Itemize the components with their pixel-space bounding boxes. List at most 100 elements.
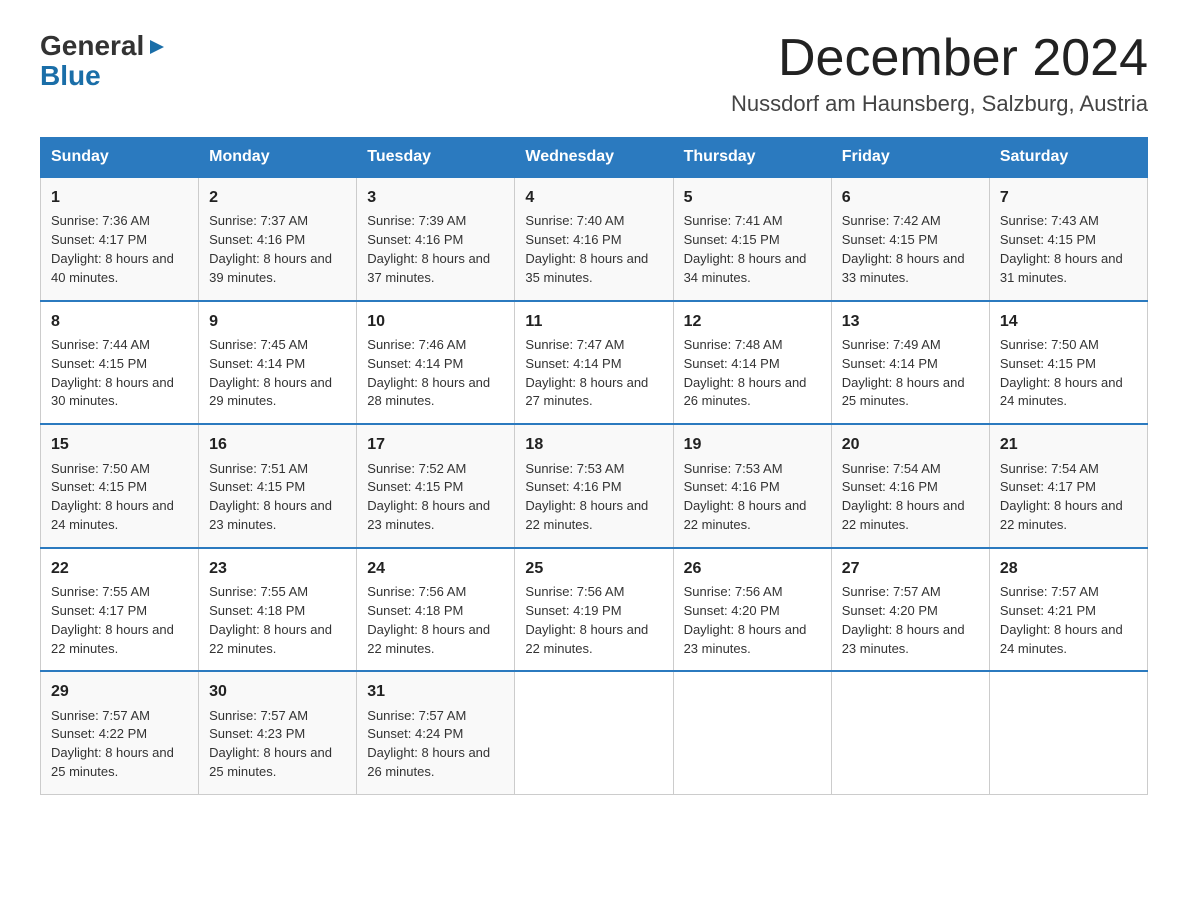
page-header: General Blue December 2024 Nussdorf am H… (40, 30, 1148, 117)
day-number: 9 (209, 310, 346, 333)
day-number: 6 (842, 186, 979, 209)
day-number: 14 (1000, 310, 1137, 333)
calendar-table: SundayMondayTuesdayWednesdayThursdayFrid… (40, 137, 1148, 795)
day-number: 3 (367, 186, 504, 209)
day-info: Sunrise: 7:44 AMSunset: 4:15 PMDaylight:… (51, 337, 174, 409)
day-number: 13 (842, 310, 979, 333)
day-number: 27 (842, 557, 979, 580)
header-monday: Monday (199, 138, 357, 178)
day-info: Sunrise: 7:52 AMSunset: 4:15 PMDaylight:… (367, 461, 490, 533)
day-number: 24 (367, 557, 504, 580)
logo-blue-text: Blue (40, 60, 168, 92)
day-number: 18 (525, 433, 662, 456)
day-cell: 25 Sunrise: 7:56 AMSunset: 4:19 PMDayligh… (515, 548, 673, 672)
day-info: Sunrise: 7:45 AMSunset: 4:14 PMDaylight:… (209, 337, 332, 409)
day-info: Sunrise: 7:56 AMSunset: 4:19 PMDaylight:… (525, 584, 648, 656)
header-friday: Friday (831, 138, 989, 178)
day-number: 20 (842, 433, 979, 456)
day-info: Sunrise: 7:46 AMSunset: 4:14 PMDaylight:… (367, 337, 490, 409)
calendar-header: SundayMondayTuesdayWednesdayThursdayFrid… (41, 138, 1148, 178)
week-row-1: 1 Sunrise: 7:36 AMSunset: 4:17 PMDaylight… (41, 177, 1148, 301)
day-info: Sunrise: 7:53 AMSunset: 4:16 PMDaylight:… (684, 461, 807, 533)
day-info: Sunrise: 7:40 AMSunset: 4:16 PMDaylight:… (525, 213, 648, 285)
logo-general-text: General (40, 30, 144, 62)
week-row-4: 22 Sunrise: 7:55 AMSunset: 4:17 PMDayligh… (41, 548, 1148, 672)
header-sunday: Sunday (41, 138, 199, 178)
day-cell: 31 Sunrise: 7:57 AMSunset: 4:24 PMDayligh… (357, 671, 515, 794)
day-cell: 4Sunrise: 7:40 AMSunset: 4:16 PMDaylight… (515, 177, 673, 301)
day-number: 30 (209, 680, 346, 703)
logo-arrow-icon (146, 36, 168, 58)
day-cell: 26Sunrise: 7:56 AMSunset: 4:20 PMDayligh… (673, 548, 831, 672)
day-cell (831, 671, 989, 794)
day-info: Sunrise: 7:53 AMSunset: 4:16 PMDaylight:… (525, 461, 648, 533)
day-cell: 18 Sunrise: 7:53 AMSunset: 4:16 PMDayligh… (515, 424, 673, 548)
day-info: Sunrise: 7:57 AMSunset: 4:24 PMDaylight:… (367, 708, 490, 780)
day-cell: 6 Sunrise: 7:42 AMSunset: 4:15 PMDaylight… (831, 177, 989, 301)
day-info: Sunrise: 7:50 AMSunset: 4:15 PMDaylight:… (1000, 337, 1123, 409)
calendar-body: 1 Sunrise: 7:36 AMSunset: 4:17 PMDaylight… (41, 177, 1148, 794)
day-number: 29 (51, 680, 188, 703)
logo: General Blue (40, 30, 168, 92)
day-info: Sunrise: 7:56 AMSunset: 4:18 PMDaylight:… (367, 584, 490, 656)
header-thursday: Thursday (673, 138, 831, 178)
day-cell: 13Sunrise: 7:49 AMSunset: 4:14 PMDayligh… (831, 301, 989, 425)
day-cell: 21 Sunrise: 7:54 AMSunset: 4:17 PMDayligh… (989, 424, 1147, 548)
day-info: Sunrise: 7:55 AMSunset: 4:17 PMDaylight:… (51, 584, 174, 656)
day-info: Sunrise: 7:57 AMSunset: 4:23 PMDaylight:… (209, 708, 332, 780)
day-number: 11 (525, 310, 662, 333)
day-info: Sunrise: 7:47 AMSunset: 4:14 PMDaylight:… (525, 337, 648, 409)
day-cell: 8 Sunrise: 7:44 AMSunset: 4:15 PMDaylight… (41, 301, 199, 425)
day-number: 2 (209, 186, 346, 209)
day-number: 16 (209, 433, 346, 456)
day-number: 31 (367, 680, 504, 703)
day-cell: 5Sunrise: 7:41 AMSunset: 4:15 PMDaylight… (673, 177, 831, 301)
location: Nussdorf am Haunsberg, Salzburg, Austria (731, 91, 1148, 117)
day-cell: 1 Sunrise: 7:36 AMSunset: 4:17 PMDaylight… (41, 177, 199, 301)
day-info: Sunrise: 7:55 AMSunset: 4:18 PMDaylight:… (209, 584, 332, 656)
header-saturday: Saturday (989, 138, 1147, 178)
day-cell: 29Sunrise: 7:57 AMSunset: 4:22 PMDayligh… (41, 671, 199, 794)
day-info: Sunrise: 7:54 AMSunset: 4:17 PMDaylight:… (1000, 461, 1123, 533)
day-number: 8 (51, 310, 188, 333)
day-cell: 24 Sunrise: 7:56 AMSunset: 4:18 PMDayligh… (357, 548, 515, 672)
day-number: 21 (1000, 433, 1137, 456)
day-info: Sunrise: 7:37 AMSunset: 4:16 PMDaylight:… (209, 213, 332, 285)
day-number: 1 (51, 186, 188, 209)
day-cell (515, 671, 673, 794)
day-cell: 22 Sunrise: 7:55 AMSunset: 4:17 PMDayligh… (41, 548, 199, 672)
day-info: Sunrise: 7:36 AMSunset: 4:17 PMDaylight:… (51, 213, 174, 285)
day-cell: 11 Sunrise: 7:47 AMSunset: 4:14 PMDayligh… (515, 301, 673, 425)
day-cell: 16 Sunrise: 7:51 AMSunset: 4:15 PMDayligh… (199, 424, 357, 548)
day-cell: 28 Sunrise: 7:57 AMSunset: 4:21 PMDayligh… (989, 548, 1147, 672)
day-info: Sunrise: 7:57 AMSunset: 4:20 PMDaylight:… (842, 584, 965, 656)
day-number: 22 (51, 557, 188, 580)
day-number: 17 (367, 433, 504, 456)
day-cell: 17 Sunrise: 7:52 AMSunset: 4:15 PMDayligh… (357, 424, 515, 548)
day-number: 26 (684, 557, 821, 580)
day-cell: 10 Sunrise: 7:46 AMSunset: 4:14 PMDayligh… (357, 301, 515, 425)
day-cell: 23 Sunrise: 7:55 AMSunset: 4:18 PMDayligh… (199, 548, 357, 672)
week-row-2: 8 Sunrise: 7:44 AMSunset: 4:15 PMDaylight… (41, 301, 1148, 425)
day-cell: 9 Sunrise: 7:45 AMSunset: 4:14 PMDaylight… (199, 301, 357, 425)
day-info: Sunrise: 7:54 AMSunset: 4:16 PMDaylight:… (842, 461, 965, 533)
day-number: 25 (525, 557, 662, 580)
day-cell (673, 671, 831, 794)
day-number: 23 (209, 557, 346, 580)
day-info: Sunrise: 7:43 AMSunset: 4:15 PMDaylight:… (1000, 213, 1123, 285)
header-wednesday: Wednesday (515, 138, 673, 178)
day-number: 19 (684, 433, 821, 456)
day-number: 15 (51, 433, 188, 456)
day-cell: 14 Sunrise: 7:50 AMSunset: 4:15 PMDayligh… (989, 301, 1147, 425)
day-info: Sunrise: 7:42 AMSunset: 4:15 PMDaylight:… (842, 213, 965, 285)
day-cell: 19 Sunrise: 7:53 AMSunset: 4:16 PMDayligh… (673, 424, 831, 548)
day-info: Sunrise: 7:51 AMSunset: 4:15 PMDaylight:… (209, 461, 332, 533)
day-info: Sunrise: 7:57 AMSunset: 4:21 PMDaylight:… (1000, 584, 1123, 656)
title-section: December 2024 Nussdorf am Haunsberg, Sal… (731, 30, 1148, 117)
header-row: SundayMondayTuesdayWednesdayThursdayFrid… (41, 138, 1148, 178)
day-info: Sunrise: 7:41 AMSunset: 4:15 PMDaylight:… (684, 213, 807, 285)
day-cell: 20 Sunrise: 7:54 AMSunset: 4:16 PMDayligh… (831, 424, 989, 548)
day-number: 10 (367, 310, 504, 333)
week-row-5: 29Sunrise: 7:57 AMSunset: 4:22 PMDayligh… (41, 671, 1148, 794)
day-number: 28 (1000, 557, 1137, 580)
